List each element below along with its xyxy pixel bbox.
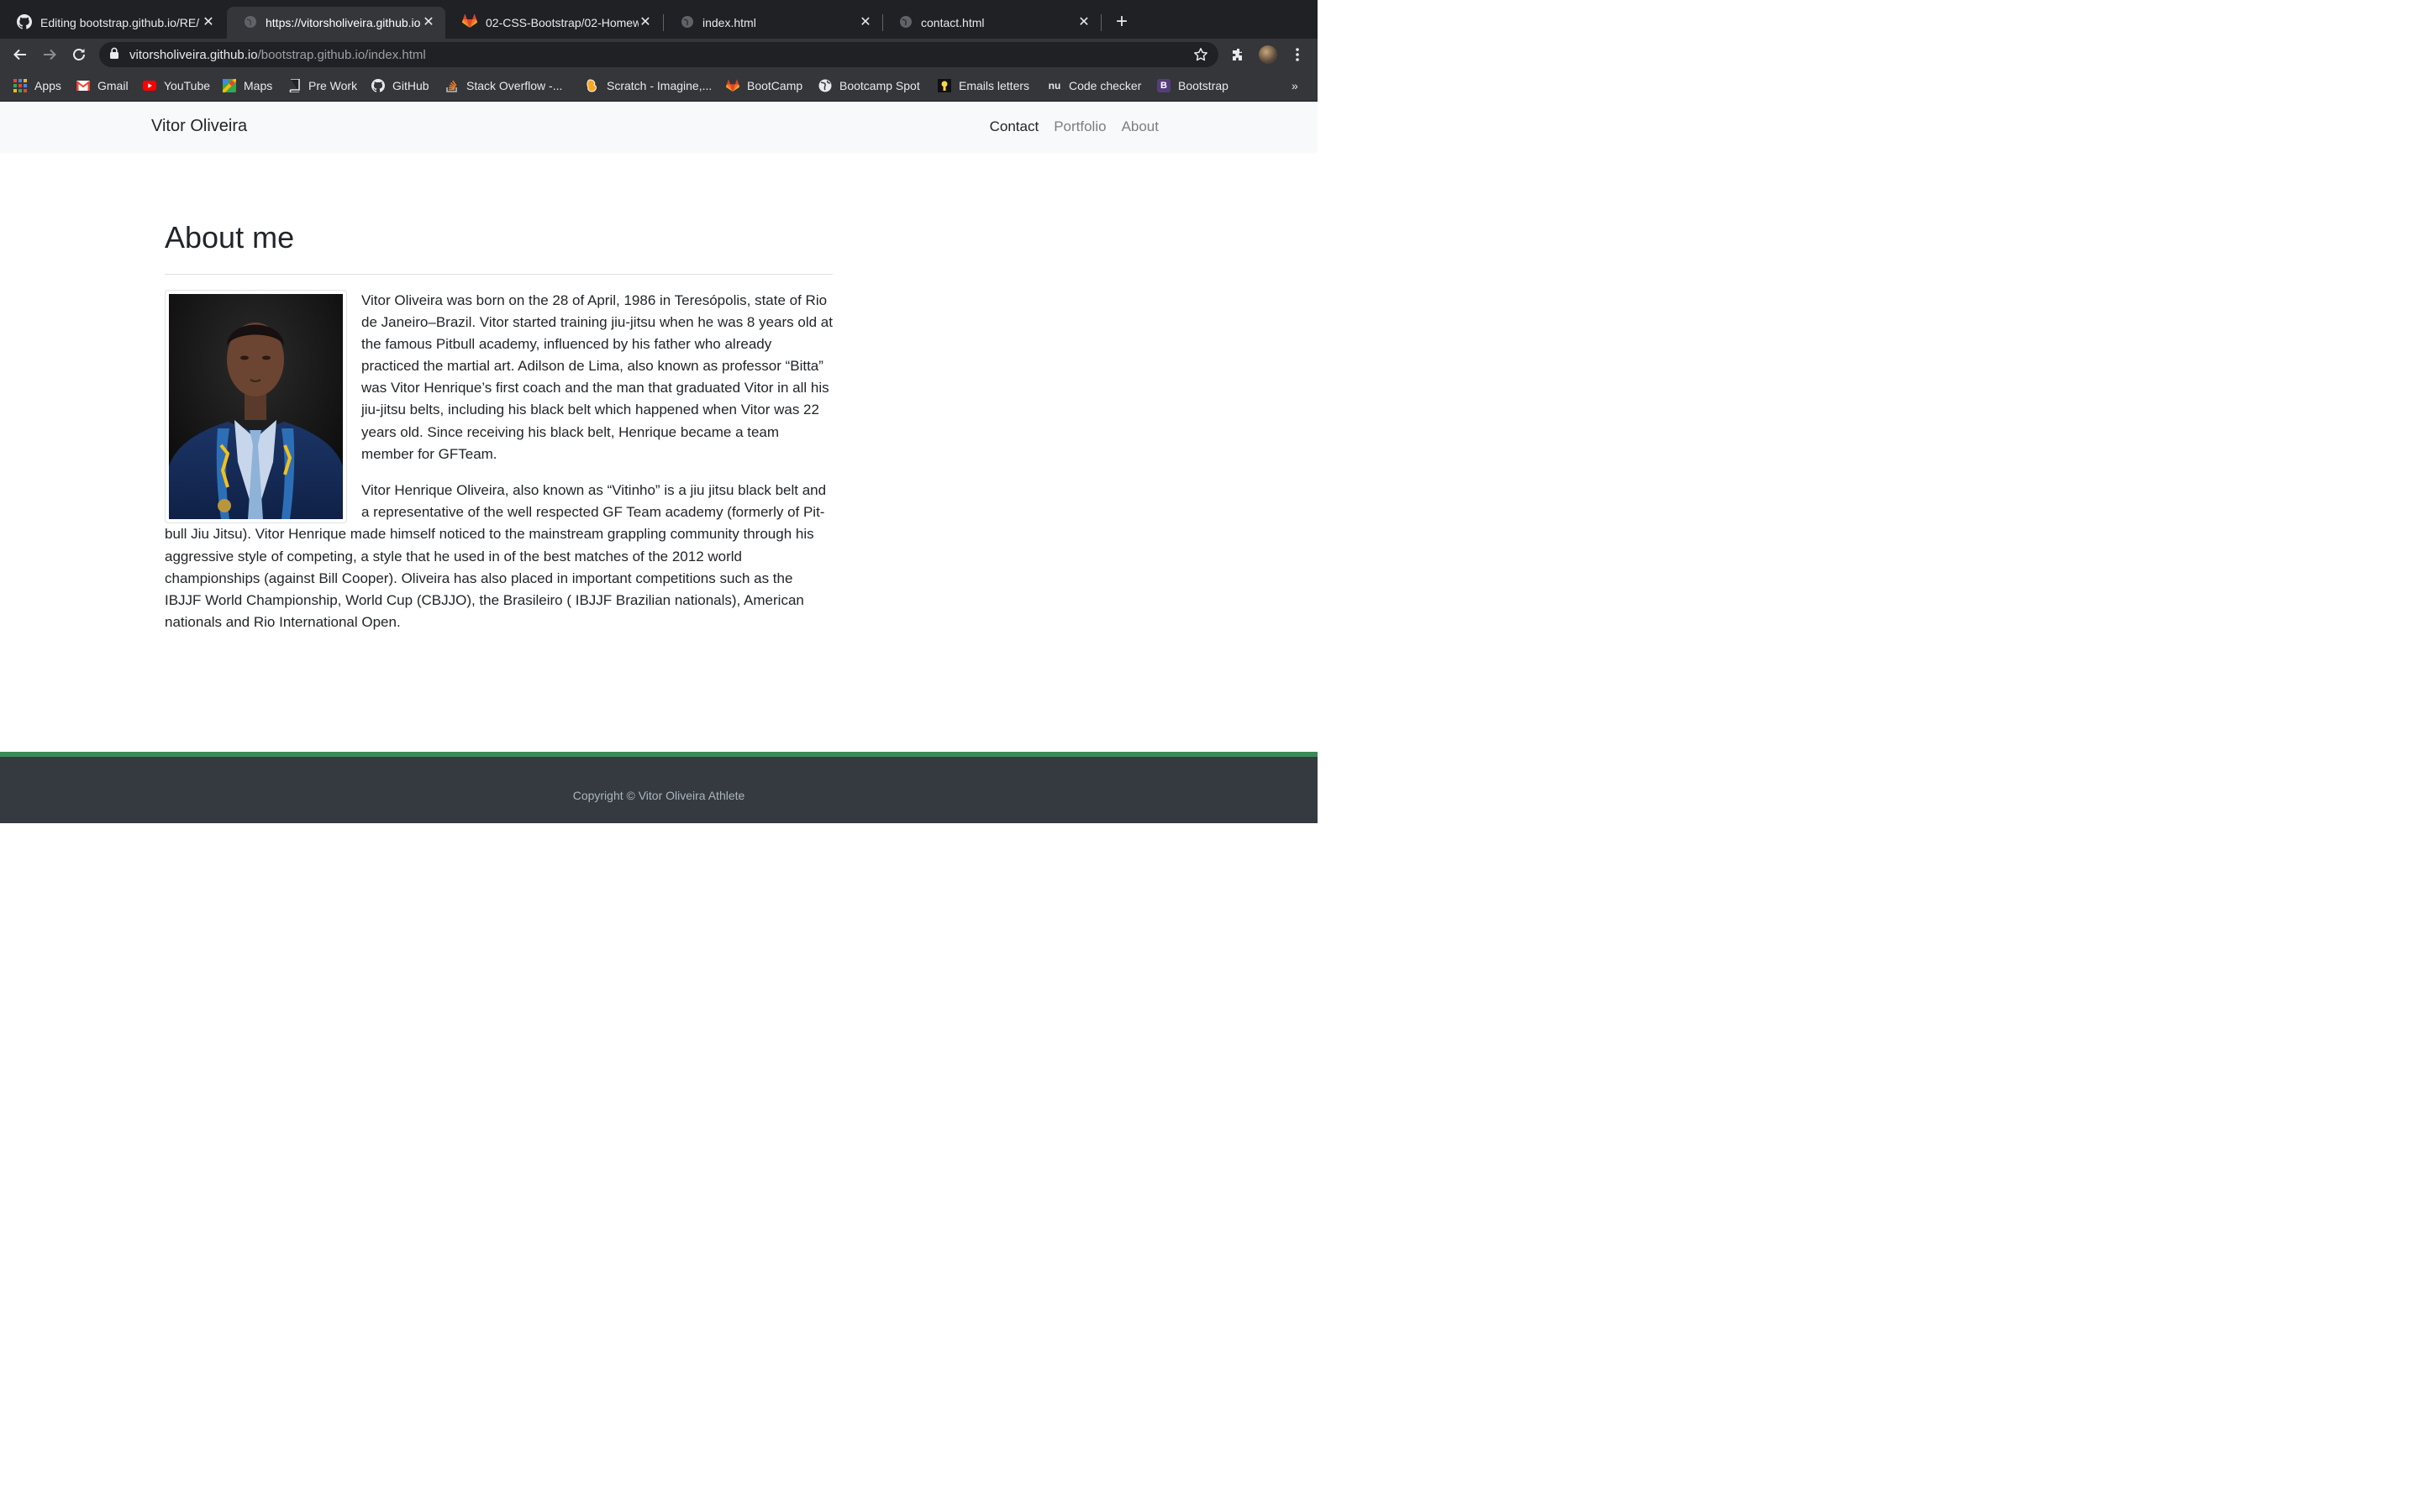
tab-contact-html[interactable]: contact.html ✕ — [882, 7, 1101, 39]
stackoverflow-icon — [445, 79, 459, 92]
bookmark-label: Maps — [244, 79, 273, 92]
close-icon[interactable]: ✕ — [639, 16, 652, 29]
bookmark-label: Bootstrap — [1178, 79, 1228, 92]
bookmark-code-checker[interactable]: nu Code checker — [1048, 78, 1142, 93]
maps-icon — [223, 79, 236, 92]
globe-icon — [244, 15, 257, 31]
bookmarks-overflow-button[interactable]: » — [1292, 79, 1298, 92]
bookmark-gmail[interactable]: Gmail — [76, 78, 129, 93]
youtube-icon — [143, 79, 156, 92]
site-brand[interactable]: Vitor Oliveira — [151, 117, 247, 136]
gmail-icon — [76, 79, 90, 92]
tab-title: Editing bootstrap.github.io/RE/ — [40, 16, 200, 29]
nu-icon: nu — [1048, 80, 1061, 92]
bookmark-label: Gmail — [97, 79, 129, 92]
reload-icon — [73, 49, 85, 60]
browser-tab-strip: Editing bootstrap.github.io/RE/ ✕ https:… — [0, 0, 1318, 39]
browser-toolbar: vitorsholiveira.github.io/bootstrap.gith… — [0, 39, 1318, 71]
arrow-left-icon — [13, 49, 26, 60]
scratch-icon — [586, 79, 599, 92]
site-nav-links: Contact Portfolio About — [990, 118, 1159, 135]
bookmark-label: Apps — [34, 79, 61, 92]
bookmark-stack-overflow[interactable]: Stack Overflow -... — [445, 78, 562, 93]
tab-homework-gitlab[interactable]: 02-CSS-Bootstrap/02-Homew ✕ — [445, 7, 662, 39]
bulb-icon — [938, 79, 951, 92]
bookmark-pre-work[interactable]: Pre Work — [287, 78, 357, 93]
arrow-right-icon — [44, 49, 56, 60]
globe-icon — [681, 15, 694, 31]
close-icon[interactable]: ✕ — [1077, 16, 1091, 29]
divider — [165, 274, 833, 275]
tab-title: https://vitorsholiveira.github.io — [266, 16, 421, 29]
profile-avatar[interactable] — [1259, 45, 1277, 64]
profile-photo — [165, 290, 347, 523]
bookmark-label: BootCamp — [747, 79, 803, 92]
nav-link-portfolio[interactable]: Portfolio — [1054, 118, 1106, 135]
bookmark-github[interactable]: GitHub — [371, 78, 429, 93]
apps-grid-icon — [13, 79, 27, 92]
book-icon — [287, 79, 301, 92]
bookmark-bootcamp[interactable]: BootCamp — [726, 78, 802, 93]
github-icon — [371, 79, 385, 92]
bootstrap-icon: B — [1157, 79, 1171, 92]
bookmark-label: Code checker — [1069, 79, 1142, 92]
tab-title: contact.html — [921, 16, 985, 29]
tab-separator — [1101, 14, 1102, 31]
close-icon[interactable]: ✕ — [859, 16, 872, 29]
close-icon[interactable]: ✕ — [202, 16, 215, 29]
close-icon[interactable]: ✕ — [422, 16, 435, 29]
tab-vitorsholiveira[interactable]: https://vitorsholiveira.github.io ✕ — [227, 7, 445, 39]
tab-editing-readme[interactable]: Editing bootstrap.github.io/RE/ ✕ — [0, 7, 225, 39]
tab-title: index.html — [702, 16, 756, 29]
star-icon[interactable] — [1193, 47, 1208, 66]
bookmark-label: Emails letters — [959, 79, 1030, 92]
site-footer: Copyright © Vitor Oliveira Athlete — [0, 752, 1318, 823]
bookmark-youtube[interactable]: YouTube — [143, 78, 210, 93]
bookmark-label: YouTube — [164, 79, 211, 92]
copyright-text: Copyright © Vitor Oliveira Athlete — [572, 789, 745, 802]
bookmark-maps[interactable]: Maps — [223, 78, 272, 93]
gitlab-icon — [726, 79, 739, 92]
athlete-portrait-image — [169, 294, 343, 519]
reload-button[interactable] — [69, 45, 89, 65]
bookmark-emails-letters[interactable]: Emails letters — [938, 78, 1029, 93]
bookmark-label: Scratch - Imagine,... — [607, 79, 713, 92]
menu-kebab-icon[interactable] — [1287, 45, 1307, 65]
tab-index-html[interactable]: index.html ✕ — [664, 7, 882, 39]
back-button[interactable] — [10, 45, 30, 65]
bookmark-label: Bootcamp Spot — [839, 79, 920, 92]
bookmark-label: Stack Overflow -... — [466, 79, 563, 92]
nav-link-about[interactable]: About — [1122, 118, 1159, 135]
bookmark-scratch[interactable]: Scratch - Imagine,... — [586, 78, 712, 93]
address-url: vitorsholiveira.github.io/bootstrap.gith… — [129, 48, 426, 62]
forward-button[interactable] — [39, 45, 60, 65]
new-tab-button[interactable]: + — [1112, 10, 1132, 33]
globe-icon — [818, 79, 832, 92]
bookmark-bootstrap[interactable]: B Bootstrap — [1157, 78, 1228, 93]
bookmarks-bar: Apps Gmail YouTube Maps Pre Work GitHub — [0, 71, 1318, 102]
tab-title: 02-CSS-Bootstrap/02-Homew — [486, 16, 639, 29]
globe-icon — [899, 15, 913, 31]
url-host: vitorsholiveira.github.io — [129, 47, 258, 62]
lock-icon — [109, 47, 119, 63]
address-bar[interactable]: vitorsholiveira.github.io/bootstrap.gith… — [99, 42, 1218, 67]
github-icon — [17, 13, 33, 32]
bookmark-label: GitHub — [392, 79, 429, 92]
bookmark-apps[interactable]: Apps — [13, 78, 61, 93]
gitlab-icon — [461, 13, 478, 31]
extensions-icon[interactable] — [1228, 45, 1249, 65]
url-path: /bootstrap.github.io/index.html — [257, 47, 426, 62]
nav-link-contact[interactable]: Contact — [990, 118, 1039, 135]
bookmark-bootcamp-spot[interactable]: Bootcamp Spot — [818, 78, 920, 93]
page-title: About me — [165, 220, 295, 255]
about-content: Vitor Oliveira was born on the 28 of Apr… — [165, 290, 833, 648]
site-navbar: Vitor Oliveira Contact Portfolio About — [0, 102, 1318, 153]
bookmark-label: Pre Work — [308, 79, 358, 92]
